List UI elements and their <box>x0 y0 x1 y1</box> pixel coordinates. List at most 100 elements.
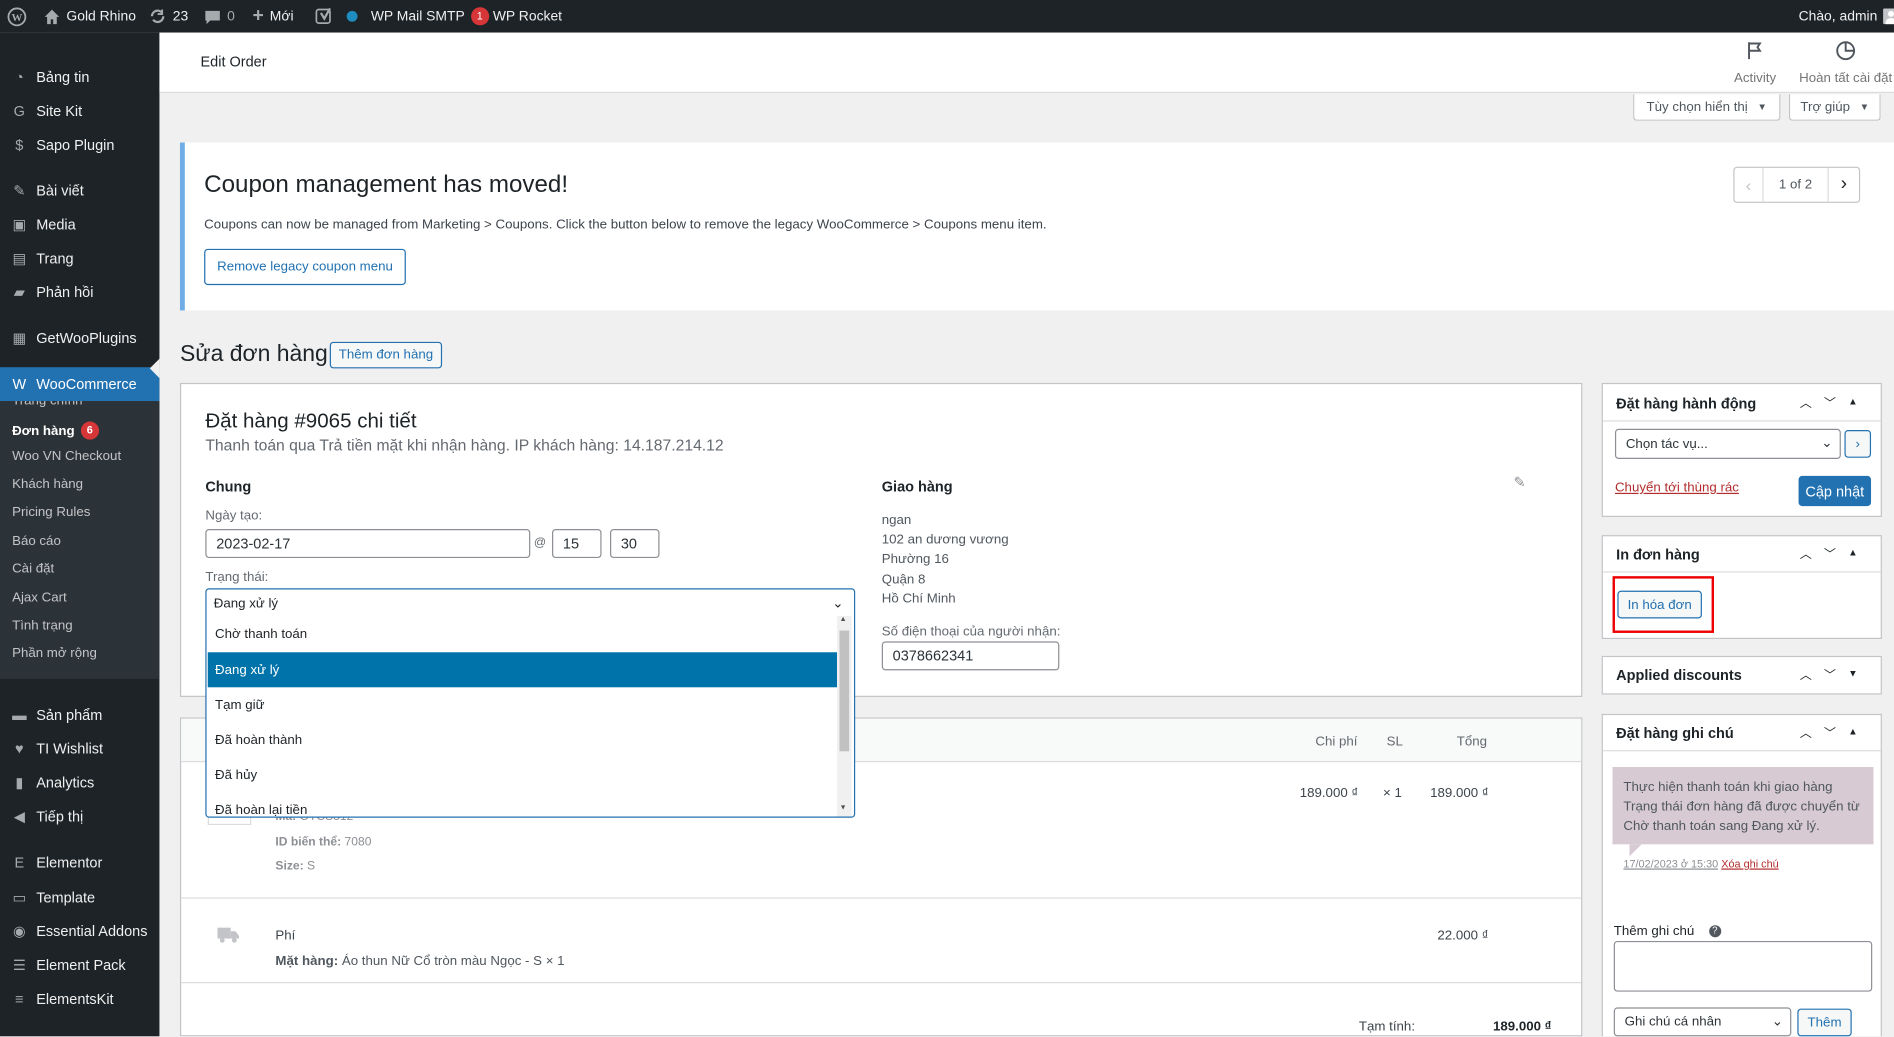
truck-icon <box>217 926 240 949</box>
google-icon: G <box>13 102 25 120</box>
submenu-item-khách-hàng[interactable]: Khách hàng <box>12 477 83 491</box>
submenu-item-ajax-cart[interactable]: Ajax Cart <box>12 591 67 605</box>
general-heading: Chung <box>205 478 252 496</box>
submenu-item-pricing-rules[interactable]: Pricing Rules <box>12 505 90 519</box>
submenu-item-báo-cáo[interactable]: Báo cáo <box>12 534 61 548</box>
chevron-up-icon[interactable]: ︿ <box>1800 664 1812 682</box>
note-type-select[interactable]: Ghi chú cá nhân ⌄ <box>1613 1007 1792 1037</box>
date-input[interactable]: 2023-02-17 <box>205 529 531 559</box>
sidebar-item-template[interactable]: ▭ Template <box>0 881 159 915</box>
status-option[interactable]: Đã hoàn thành <box>208 722 837 757</box>
chevron-down-icon[interactable]: ﹀ <box>1824 722 1836 740</box>
triangle-up-icon[interactable]: ▲ <box>1848 547 1858 558</box>
sidebar-item-ti-wishlist[interactable]: ♥ TI Wishlist <box>0 732 159 766</box>
action-select[interactable]: Chọn tác vụ... ⌄ <box>1614 428 1841 460</box>
sidebar-item-tiếp-thị[interactable]: ◀ Tiếp thị <box>0 800 159 834</box>
trash-link[interactable]: Chuyển tới thùng rác <box>1615 481 1739 495</box>
sidebar-item-elementskit[interactable]: ≡ ElementsKit <box>0 982 159 1016</box>
shipping-heading: Giao hàng <box>881 478 953 496</box>
sidebar-item-woocommerce[interactable]: W WooCommerce <box>0 367 160 402</box>
submenu-item-label: Woo VN Checkout <box>12 449 122 464</box>
chevron-up-icon[interactable]: ︿ <box>1800 544 1812 561</box>
remove-legacy-coupon-button[interactable]: Remove legacy coupon menu <box>204 248 406 286</box>
notice-pager: ‹ 1 of 2 › <box>1733 166 1861 203</box>
wordpress-logo-icon[interactable]: W <box>7 0 27 33</box>
status-select[interactable]: Đang xử lý ⌄ Chờ thanh toán Đang xử lý Tạm… <box>205 588 856 818</box>
sidebar-item-bài-viết[interactable]: ✎ Bài viết <box>0 174 159 208</box>
submenu-item-đơn-hàng[interactable]: Đơn hàng 6 <box>12 421 99 440</box>
triangle-down-icon[interactable]: ▼ <box>1848 668 1858 679</box>
status-option[interactable]: Tạm giữ <box>208 687 837 722</box>
account-link[interactable]: Chào, admin <box>1799 0 1894 33</box>
sidebar-item-essential-addons[interactable]: ◉ Essential Addons <box>0 914 159 948</box>
chevron-left-icon[interactable]: ‹ <box>1735 167 1764 202</box>
sidebar-item-element-pack[interactable]: ☰ Element Pack <box>0 948 159 982</box>
status-option[interactable]: Đã hủy <box>208 757 837 792</box>
help-icon[interactable]: ? <box>1708 925 1721 938</box>
scrollbar[interactable]: ▲ ▼ <box>837 616 852 817</box>
sidebar-item-crocoblock[interactable]: ✿Crocoblock <box>0 1028 159 1036</box>
wp-mail-smtp-label: WP Mail SMTP <box>370 9 465 24</box>
sidebar-item-bảng-tin[interactable]: ◔ Bảng tin <box>0 60 159 94</box>
sidebar-item-getwooplugins[interactable]: ▦ GetWooPlugins <box>0 321 159 355</box>
chevron-right-icon[interactable]: › <box>1827 167 1859 202</box>
scroll-down-icon[interactable]: ▼ <box>839 804 846 811</box>
woo-icon: W <box>12 375 27 393</box>
edit-pencil-icon[interactable]: ✎ <box>1513 473 1525 490</box>
sidebar-item-site-kit[interactable]: G Site Kit <box>0 94 159 128</box>
add-order-button[interactable]: Thêm đơn hàng <box>329 341 443 369</box>
sidebar-item-sapo-plugin[interactable]: $ Sapo Plugin <box>0 128 159 162</box>
print-invoice-button[interactable]: In hóa đơn <box>1617 590 1702 619</box>
scrollbar-thumb[interactable] <box>839 630 850 752</box>
scroll-up-icon[interactable]: ▲ <box>839 616 846 623</box>
chevron-down-icon[interactable]: ﹀ <box>1824 664 1836 682</box>
sidebar-item-label: Tiếp thị <box>36 808 84 825</box>
submenu-item-woo-vn-checkout[interactable]: Woo VN Checkout <box>12 449 121 463</box>
note-textarea[interactable] <box>1613 940 1873 992</box>
submenu-item-cài-đặt[interactable]: Cài đặt <box>12 562 54 576</box>
hour-input[interactable]: 15 <box>552 529 602 559</box>
submenu-item-tình-trạng[interactable]: Tình trạng <box>12 618 73 632</box>
screen-options-button[interactable]: Tùy chọn hiển thị ▼ <box>1633 94 1781 121</box>
page-title: Edit Order <box>200 53 267 71</box>
submenu-item-label: Ajax Cart <box>12 590 67 606</box>
sidebar-item-phản-hồi[interactable]: ▰ Phản hồi <box>0 275 159 309</box>
help-button[interactable]: Trợ giúp ▼ <box>1788 94 1881 121</box>
triangle-up-icon[interactable]: ▲ <box>1848 726 1858 737</box>
yoast-link[interactable] <box>315 0 358 33</box>
submenu-item-phần-mở-rộng[interactable]: Phần mở rộng <box>12 646 97 660</box>
triangle-up-icon[interactable]: ▲ <box>1848 396 1858 407</box>
sidebar-item-media[interactable]: ▣ Media <box>0 208 159 242</box>
chevron-down-icon[interactable]: ﹀ <box>1824 544 1836 561</box>
minute-input[interactable]: 30 <box>609 529 660 559</box>
apply-action-button[interactable]: › <box>1844 430 1872 458</box>
chevron-down-icon[interactable]: ﹀ <box>1824 393 1836 410</box>
sidebar-item-analytics[interactable]: ▮ Analytics <box>0 766 159 800</box>
sidebar-item-sản-phẩm[interactable]: ▬ Sản phẩm <box>0 698 159 732</box>
updates-link[interactable]: 23 <box>149 0 188 33</box>
comments-link[interactable]: 0 <box>204 0 235 33</box>
sidebar-item-trang[interactable]: ▤ Trang <box>0 242 159 276</box>
page-header: Edit Order Activity Hoàn tất cài đặt <box>159 32 1894 94</box>
site-name-link[interactable]: Gold Rhino <box>43 0 136 33</box>
box-divider <box>1602 571 1881 573</box>
submenu-item-label: Đơn hàng <box>12 423 75 438</box>
setup-button[interactable]: Hoàn tất cài đặt <box>1797 40 1894 86</box>
status-option[interactable]: Đã hoàn lại tiền <box>208 792 837 817</box>
sidebar-item-label: Site Kit <box>36 102 83 120</box>
note-meta: 17/02/2023 ở 15:30 Xóa ghi chú <box>1623 858 1778 870</box>
chevron-up-icon[interactable]: ︿ <box>1800 722 1812 740</box>
add-note-button[interactable]: Thêm <box>1797 1008 1852 1037</box>
status-option[interactable]: Chờ thanh toán <box>208 616 837 651</box>
phone-input[interactable]: 0378662341 <box>881 641 1060 671</box>
new-content-link[interactable]: + Mới <box>252 0 293 33</box>
chevron-up-icon[interactable]: ︿ <box>1800 393 1812 410</box>
wp-mail-smtp-link[interactable]: WP Mail SMTP 1 <box>371 0 489 33</box>
wp-rocket-link[interactable]: WP Rocket <box>493 0 562 33</box>
delete-note-link[interactable]: Xóa ghi chú <box>1721 858 1778 870</box>
sidebar-item-elementor[interactable]: E Elementor <box>0 846 159 880</box>
update-button[interactable]: Cập nhật <box>1798 475 1872 507</box>
activity-button[interactable]: Activity <box>1727 40 1783 86</box>
status-option[interactable]: Đang xử lý <box>207 652 838 688</box>
chevron-down-icon: ⌄ <box>1771 1014 1783 1030</box>
